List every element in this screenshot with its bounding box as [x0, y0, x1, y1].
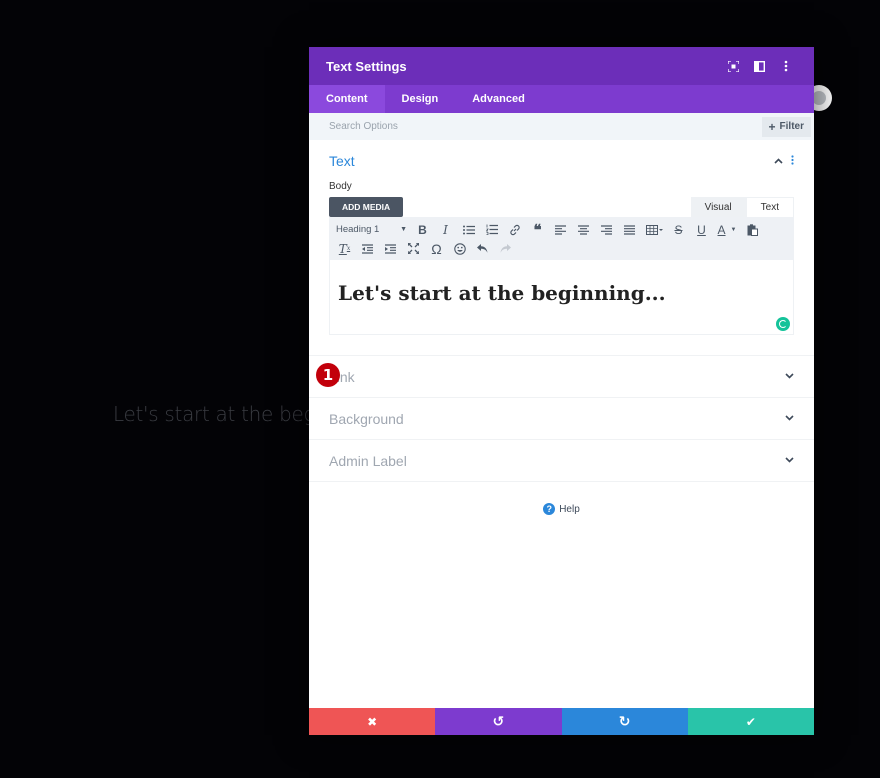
handle-icon: [812, 91, 826, 105]
chevron-down-icon[interactable]: [785, 371, 794, 382]
settings-content: Text Body ADD MEDIA Visual Text Heading …: [309, 140, 814, 708]
justify-icon[interactable]: [618, 220, 641, 239]
close-icon: ✖: [367, 714, 378, 729]
more-options-icon[interactable]: [774, 56, 797, 76]
admin-label-section[interactable]: Admin Label: [309, 440, 814, 482]
undo-icon: ↺: [492, 713, 505, 729]
help-link[interactable]: ? Help: [309, 503, 814, 515]
align-right-icon[interactable]: [595, 220, 618, 239]
dropdown-caret-icon: ▼: [400, 226, 407, 233]
editor-tab-text[interactable]: Text: [745, 197, 794, 217]
align-center-icon[interactable]: [572, 220, 595, 239]
editor-heading-content[interactable]: Let's start at the beginning...: [338, 281, 785, 305]
grammarly-icon[interactable]: [776, 317, 790, 331]
help-icon: ?: [543, 503, 556, 515]
editor-tab-visual[interactable]: Visual: [690, 197, 746, 217]
editor-top-row: ADD MEDIA Visual Text: [329, 197, 794, 217]
modal-footer: ✖ ↺ ↻ ✔: [309, 708, 814, 735]
plus-icon: +: [768, 119, 776, 134]
clear-formatting-icon[interactable]: Tx: [333, 239, 356, 258]
chevron-down-icon[interactable]: [785, 413, 794, 424]
text-section-header[interactable]: Text: [329, 152, 794, 170]
split-view-icon[interactable]: [748, 56, 771, 76]
bold-icon[interactable]: B: [411, 220, 434, 239]
bullet-list-icon[interactable]: [457, 220, 480, 239]
step-marker-badge: 1: [316, 363, 340, 387]
fullscreen-icon[interactable]: [722, 56, 745, 76]
search-bar: + Filter: [309, 113, 814, 140]
editor-mode-tabs: Visual Text: [690, 197, 794, 217]
tab-advanced[interactable]: Advanced: [455, 85, 542, 113]
link-icon[interactable]: [503, 220, 526, 239]
redo-button[interactable]: ↻: [561, 708, 688, 735]
strikethrough-icon[interactable]: S: [667, 220, 690, 239]
rich-text-editor[interactable]: Let's start at the beginning...: [329, 260, 794, 335]
tab-design[interactable]: Design: [385, 85, 456, 113]
background-section-title: Background: [329, 410, 404, 427]
settings-tabs: Content Design Advanced: [309, 85, 814, 113]
chevron-down-icon[interactable]: [785, 455, 794, 466]
format-select-value: Heading 1: [336, 224, 380, 235]
section-options-icon[interactable]: [791, 154, 794, 168]
page-preview-text: Let's start at the beginning...: [113, 402, 309, 426]
filter-label: Filter: [779, 121, 804, 132]
blockquote-icon[interactable]: ❝: [526, 220, 549, 239]
modal-header[interactable]: Text Settings: [309, 47, 814, 85]
editor-toolbar: Heading 1 ▼ B I ❝ S U A ▼ T x Ω: [329, 217, 794, 260]
toolbar-row-2: Tx Ω: [333, 239, 790, 258]
fullscreen-editor-icon[interactable]: [402, 239, 425, 258]
indent-icon[interactable]: [379, 239, 402, 258]
tab-content[interactable]: Content: [309, 85, 385, 113]
outdent-icon[interactable]: [356, 239, 379, 258]
builder-canvas: Let's start at the beginning... Text Set…: [0, 0, 880, 778]
numbered-list-icon[interactable]: [480, 220, 503, 239]
undo-icon[interactable]: [471, 239, 494, 258]
help-label: Help: [559, 503, 580, 515]
special-character-icon[interactable]: Ω: [425, 239, 448, 258]
table-icon[interactable]: [641, 220, 667, 239]
search-options-input[interactable]: [329, 121, 629, 132]
emoji-icon[interactable]: [448, 239, 471, 258]
toolbar-row-1: Heading 1 ▼ B I ❝ S U A ▼: [333, 220, 790, 239]
admin-label-section-title: Admin Label: [329, 452, 407, 469]
background-section[interactable]: Background: [309, 398, 814, 440]
filter-button[interactable]: + Filter: [761, 116, 811, 137]
paste-icon[interactable]: [741, 220, 764, 239]
redo-icon: ↻: [618, 713, 631, 729]
modal-title: Text Settings: [326, 58, 407, 74]
text-section: Text Body ADD MEDIA Visual Text Heading …: [309, 140, 814, 356]
link-section[interactable]: Link: [309, 356, 814, 398]
undo-button[interactable]: ↺: [435, 708, 562, 735]
redo-icon[interactable]: [494, 239, 517, 258]
text-color-icon[interactable]: A ▼: [713, 220, 741, 239]
discard-button[interactable]: ✖: [309, 708, 436, 735]
link-section-title: Link: [329, 368, 355, 385]
checkmark-icon: ✔: [745, 714, 756, 729]
italic-icon[interactable]: I: [434, 220, 457, 239]
body-label: Body: [329, 181, 352, 192]
text-section-title: Text: [329, 153, 355, 169]
save-button[interactable]: ✔: [687, 708, 814, 735]
chevron-up-icon[interactable]: [774, 156, 783, 167]
add-media-button[interactable]: ADD MEDIA: [329, 197, 404, 217]
text-settings-modal: Text Settings Content Design Advanced + …: [309, 47, 814, 735]
format-select[interactable]: Heading 1 ▼: [333, 220, 411, 239]
align-left-icon[interactable]: [549, 220, 572, 239]
underline-icon[interactable]: U: [690, 220, 713, 239]
